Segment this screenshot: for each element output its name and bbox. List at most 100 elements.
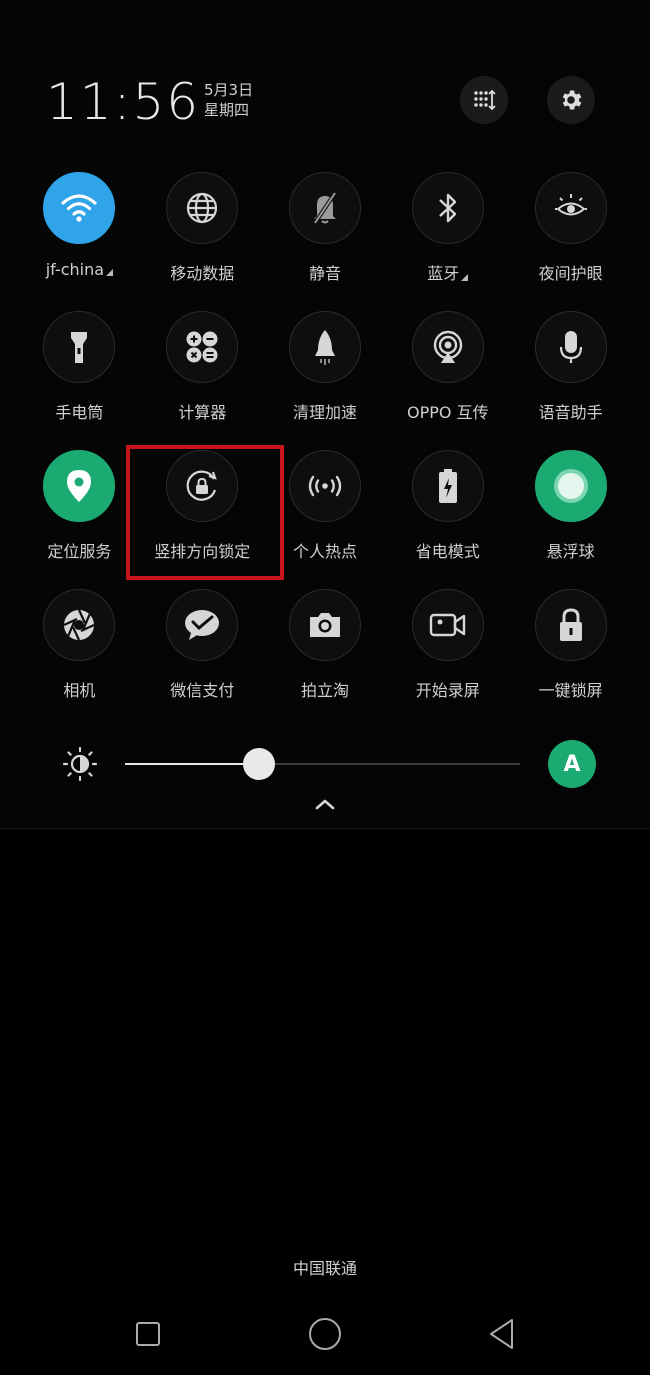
quick-settings-panel: 11:56 5月3日 星期四 jf-china 移动数据 静音 蓝牙 夜间护眼 …	[0, 0, 650, 829]
tile-cleanup-label: 清理加速	[292, 403, 357, 422]
brightness-sun-icon	[62, 746, 98, 782]
tile-screen-record-toggle[interactable]	[411, 589, 484, 661]
tile-power-saving-toggle[interactable]	[411, 450, 484, 522]
gear-icon	[562, 90, 582, 110]
weekday-text: 星期四	[204, 101, 250, 119]
padlock-icon	[559, 608, 582, 641]
tile-floating-ball[interactable]: 悬浮球	[509, 450, 632, 589]
tile-calculator[interactable]: 计算器	[141, 311, 264, 450]
tile-mobile-data[interactable]: 移动数据	[141, 172, 264, 311]
aperture-icon	[63, 609, 95, 641]
tile-screen-record[interactable]: 开始录屏	[386, 589, 509, 728]
flashlight-icon	[71, 332, 88, 363]
tile-voice-assistant-toggle[interactable]	[534, 311, 607, 383]
tile-mobile-data-toggle[interactable]	[166, 172, 239, 244]
camera-icon	[309, 613, 340, 637]
navigation-bar	[0, 1300, 650, 1370]
tile-cleanup-toggle[interactable]	[288, 311, 361, 383]
tile-silent[interactable]: 静音	[264, 172, 387, 311]
tile-oppo-share-label: OPPO 互传	[407, 403, 489, 422]
tile-pailitao[interactable]: 拍立淘	[264, 589, 387, 728]
tile-lock-screen-toggle[interactable]	[534, 589, 607, 661]
bell-off-icon	[313, 191, 337, 225]
tile-bluetooth-label: 蓝牙	[427, 260, 469, 284]
tile-bluetooth[interactable]: 蓝牙	[386, 172, 509, 311]
tile-voice-assistant[interactable]: 语音助手	[509, 311, 632, 450]
tile-wechat-pay[interactable]: 微信支付	[141, 589, 264, 728]
triangle-back-icon	[490, 1319, 513, 1349]
recents-button[interactable]	[128, 1314, 168, 1354]
date-text: 5月3日	[204, 81, 254, 99]
tile-power-saving[interactable]: 省电模式	[386, 450, 509, 589]
tile-wifi-text: jf-china	[45, 260, 105, 279]
brightness-slider-thumb[interactable]	[243, 748, 276, 780]
date-block: 5月3日 星期四	[204, 80, 253, 120]
tile-location-label: 定位服务	[47, 542, 112, 561]
eye-sun-icon	[554, 194, 587, 216]
back-button[interactable]	[482, 1314, 522, 1354]
auto-brightness-button[interactable]: A	[548, 740, 596, 788]
tile-hotspot-label: 个人热点	[292, 542, 357, 561]
tile-lock-screen[interactable]: 一键锁屏	[509, 589, 632, 728]
tile-lock-screen-label: 一键锁屏	[538, 681, 603, 700]
tile-pailitao-toggle[interactable]	[288, 589, 361, 661]
clock: 11:56	[46, 73, 201, 131]
wifi-icon	[61, 194, 97, 222]
tile-calculator-toggle[interactable]	[166, 311, 239, 383]
tile-location-toggle[interactable]	[43, 450, 116, 522]
share-signal-icon	[433, 330, 462, 363]
microphone-icon	[559, 331, 582, 363]
edit-tiles-button[interactable]	[460, 76, 508, 124]
tile-wifi-label: jf-china	[45, 260, 114, 279]
expand-corner-icon	[106, 269, 114, 276]
tile-voice-assistant-label: 语音助手	[538, 403, 603, 422]
location-pin-icon	[67, 470, 92, 502]
tile-flashlight-toggle[interactable]	[43, 311, 116, 383]
calculator-icon	[186, 331, 218, 363]
tile-night-mode[interactable]: 夜间护眼	[509, 172, 632, 311]
tile-cleanup[interactable]: 清理加速	[264, 311, 387, 450]
floating-ball-icon	[553, 469, 588, 503]
tile-calculator-label: 计算器	[178, 403, 227, 422]
tile-wechat-pay-label: 微信支付	[170, 681, 235, 700]
carrier-name: 中国联通	[292, 1259, 357, 1278]
tile-location[interactable]: 定位服务	[18, 450, 141, 589]
tile-bluetooth-text: 蓝牙	[427, 264, 460, 283]
quick-tiles-grid: jf-china 移动数据 静音 蓝牙 夜间护眼 手电筒 计算器 清理加速 OP…	[18, 172, 632, 728]
tile-floating-ball-label: 悬浮球	[546, 542, 595, 561]
tile-night-mode-label: 夜间护眼	[538, 264, 603, 283]
tile-camera-label: 相机	[63, 681, 96, 700]
bluetooth-icon	[438, 193, 456, 223]
home-button[interactable]	[305, 1314, 345, 1354]
tile-wifi[interactable]: jf-china	[18, 172, 141, 311]
tile-wechat-pay-toggle[interactable]	[166, 589, 239, 661]
tile-mobile-data-label: 移动数据	[170, 264, 235, 283]
tile-flashlight[interactable]: 手电筒	[18, 311, 141, 450]
grid-sort-icon	[474, 89, 496, 111]
brightness-slider[interactable]	[125, 748, 520, 780]
tile-silent-toggle[interactable]	[288, 172, 361, 244]
tile-floating-ball-toggle[interactable]	[534, 450, 607, 522]
collapse-chevron-up-icon[interactable]	[313, 796, 337, 812]
hotspot-icon	[308, 475, 342, 497]
tile-flashlight-label: 手电筒	[55, 403, 104, 422]
tile-power-saving-label: 省电模式	[415, 542, 480, 561]
circle-home-icon	[309, 1318, 341, 1350]
tile-screen-record-label: 开始录屏	[415, 681, 480, 700]
tile-oppo-share-toggle[interactable]	[411, 311, 484, 383]
rocket-icon	[314, 330, 335, 365]
screen-record-icon	[429, 613, 465, 637]
tile-bluetooth-toggle[interactable]	[411, 172, 484, 244]
tile-hotspot-toggle[interactable]	[288, 450, 361, 522]
tile-oppo-share[interactable]: OPPO 互传	[386, 311, 509, 450]
brightness-slider-fill	[125, 763, 260, 765]
tile-camera-toggle[interactable]	[43, 589, 116, 661]
tile-silent-label: 静音	[308, 264, 341, 283]
tile-wifi-toggle[interactable]	[43, 172, 116, 244]
brightness-row: A	[0, 738, 650, 790]
tile-night-mode-toggle[interactable]	[534, 172, 607, 244]
tile-camera[interactable]: 相机	[18, 589, 141, 728]
wechat-pay-icon	[185, 610, 220, 640]
settings-button[interactable]	[547, 76, 595, 124]
battery-saver-icon	[438, 469, 457, 503]
